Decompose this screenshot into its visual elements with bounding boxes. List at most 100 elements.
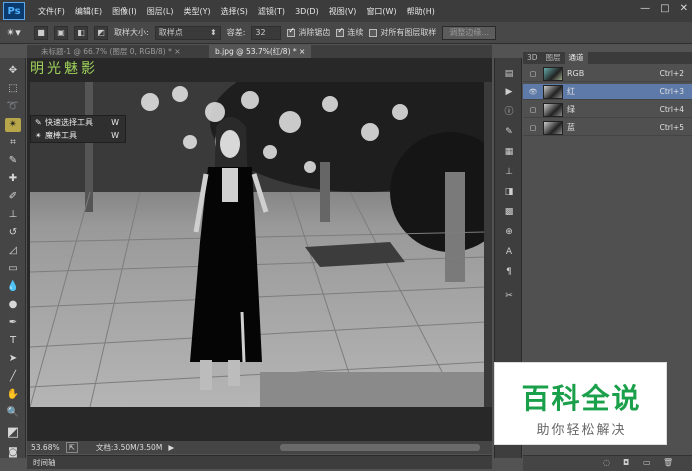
- magic-wand-icon: ✴: [35, 131, 42, 140]
- export-icon[interactable]: ⇱: [65, 442, 78, 453]
- eraser-tool-icon[interactable]: ◿: [5, 244, 21, 258]
- type-tool-icon[interactable]: T: [5, 334, 21, 348]
- window-controls: — □ ✕: [640, 3, 688, 14]
- menu-select[interactable]: 选择(S): [216, 6, 253, 17]
- eyedropper-tool-icon[interactable]: ✎: [5, 154, 21, 168]
- menu-edit[interactable]: 编辑(E): [70, 6, 107, 17]
- menu-window[interactable]: 窗口(W): [361, 6, 401, 17]
- menu-help[interactable]: 帮助(H): [402, 6, 440, 17]
- shape-tool-icon[interactable]: ╱: [5, 370, 21, 384]
- watermark-badge: 百科全说 助你轻松解决: [494, 362, 667, 445]
- channel-row-red[interactable]: 👁 红 Ctrl+3: [523, 84, 692, 100]
- all-layers-checkbox[interactable]: 对所有图层取样: [369, 27, 436, 38]
- flyout-item-magic-wand[interactable]: ✴ 魔棒工具 W: [31, 129, 125, 142]
- load-selection-icon[interactable]: ◌: [603, 458, 610, 467]
- antialias-checkbox[interactable]: 消除锯齿: [287, 26, 330, 38]
- timeline-panel-tab[interactable]: 时间轴: [27, 455, 492, 469]
- magic-wand-tool-icon[interactable]: ✴: [5, 118, 21, 132]
- menu-view[interactable]: 视图(V): [324, 6, 362, 17]
- all-layers-label: 对所有图层取样: [380, 28, 437, 37]
- channel-row-green[interactable]: ▢ 绿 Ctrl+4: [523, 102, 692, 118]
- move-tool-icon[interactable]: ✥: [5, 64, 21, 78]
- tools-panel: ✥ ⬚ ➰ ✴ ⌗ ✎ ✚ ✐ ⊥ ↺ ◿ ▭ 💧 ● ✒ T ➤ ╱ ✋ 🔍 …: [0, 58, 26, 458]
- tool-flyout-menu: ✎ 快速选择工具 W ✴ 魔棒工具 W: [30, 115, 126, 143]
- channel-name: RGB: [567, 69, 585, 78]
- visibility-off-icon[interactable]: ▢: [527, 106, 539, 114]
- visibility-off-icon[interactable]: ▢: [527, 124, 539, 132]
- quick-mask-icon[interactable]: ◙: [5, 446, 21, 460]
- tolerance-input[interactable]: 32: [251, 25, 282, 40]
- add-selection-icon[interactable]: ▣: [54, 25, 68, 40]
- visibility-off-icon[interactable]: ▢: [527, 70, 539, 78]
- save-selection-icon[interactable]: ◘: [623, 458, 629, 467]
- menu-filter[interactable]: 滤镜(T): [253, 6, 290, 17]
- eye-icon[interactable]: 👁: [527, 88, 539, 96]
- lasso-tool-icon[interactable]: ➰: [5, 100, 21, 114]
- close-icon[interactable]: ×: [299, 47, 305, 56]
- character-panel-icon[interactable]: A: [502, 246, 516, 258]
- sample-size-value: 取样点: [158, 28, 183, 37]
- tab-b-jpg[interactable]: b.jpg @ 53.7%(红/8) * ×: [209, 45, 312, 58]
- info-panel-icon[interactable]: ⓘ: [502, 106, 516, 118]
- flyout-item-label: 快速选择工具: [45, 118, 93, 127]
- minimize-button[interactable]: —: [640, 3, 650, 14]
- new-channel-icon[interactable]: ▭: [643, 458, 651, 467]
- clone-stamp-tool-icon[interactable]: ⊥: [5, 208, 21, 222]
- color-panel-icon[interactable]: ◨: [502, 186, 516, 198]
- maximize-button[interactable]: □: [660, 3, 669, 14]
- channel-thumbnail: [543, 66, 563, 81]
- menu-layer[interactable]: 图层(L): [142, 6, 179, 17]
- history-brush-tool-icon[interactable]: ↺: [5, 226, 21, 240]
- clone-source-icon[interactable]: ⊥: [502, 166, 516, 178]
- menu-image[interactable]: 图像(I): [107, 6, 142, 17]
- tools-settings-icon[interactable]: ✂: [502, 290, 516, 302]
- menu-type[interactable]: 类型(Y): [178, 6, 215, 17]
- marquee-tool-icon[interactable]: ⬚: [5, 82, 21, 96]
- document-tabs: 未标题-1 @ 66.7% (图层 0, RGB/8) * × b.jpg @ …: [27, 45, 492, 58]
- status-menu-arrow-icon[interactable]: ▶: [168, 443, 174, 452]
- refine-edge-button[interactable]: 调整边缘...: [442, 25, 497, 40]
- actions-panel-icon[interactable]: ▶: [502, 86, 516, 98]
- checkbox-checked-icon: [336, 26, 345, 37]
- contiguous-checkbox[interactable]: 连续: [336, 26, 363, 38]
- magic-wand-preset-icon[interactable]: ✴▾: [6, 26, 28, 39]
- adjustments-panel-icon[interactable]: ⊕: [502, 226, 516, 238]
- history-panel-icon[interactable]: ▤: [502, 68, 516, 80]
- subtract-selection-icon[interactable]: ◧: [74, 25, 88, 40]
- menu-3d[interactable]: 3D(D): [290, 7, 324, 16]
- dodge-tool-icon[interactable]: ●: [5, 298, 21, 312]
- crop-tool-icon[interactable]: ⌗: [5, 136, 21, 150]
- channel-row-rgb[interactable]: ▢ RGB Ctrl+2: [523, 66, 692, 82]
- healing-brush-tool-icon[interactable]: ✚: [5, 172, 21, 186]
- channel-shortcut: Ctrl+3: [659, 87, 684, 96]
- intersect-selection-icon[interactable]: ◩: [94, 25, 108, 40]
- menu-file[interactable]: 文件(F): [33, 6, 70, 17]
- paragraph-panel-icon[interactable]: ¶: [502, 266, 516, 278]
- brush-panel-icon[interactable]: ▦: [502, 146, 516, 158]
- channel-row-blue[interactable]: ▢ 蓝 Ctrl+5: [523, 120, 692, 136]
- new-selection-icon[interactable]: ■: [34, 25, 48, 40]
- path-selection-tool-icon[interactable]: ➤: [5, 352, 21, 366]
- close-icon[interactable]: ×: [174, 47, 180, 56]
- tab-3d[interactable]: 3D: [523, 52, 542, 64]
- pen-tool-icon[interactable]: ✒: [5, 316, 21, 330]
- document-size: 文档:3.50M/3.50M: [95, 443, 163, 452]
- delete-channel-icon[interactable]: 🗑: [663, 458, 673, 467]
- swatches-panel-icon[interactable]: ▩: [502, 206, 516, 218]
- tab-channels[interactable]: 通道: [564, 52, 588, 64]
- flyout-item-quick-selection[interactable]: ✎ 快速选择工具 W: [31, 116, 125, 129]
- hand-tool-icon[interactable]: ✋: [5, 388, 21, 402]
- tab-untitled[interactable]: 未标题-1 @ 66.7% (图层 0, RGB/8) * ×: [35, 45, 187, 58]
- zoom-tool-icon[interactable]: 🔍: [5, 406, 21, 420]
- blur-tool-icon[interactable]: 💧: [5, 280, 21, 294]
- horizontal-scrollbar[interactable]: [280, 444, 480, 451]
- close-button[interactable]: ✕: [680, 3, 688, 14]
- vertical-scrollbar[interactable]: [484, 82, 492, 407]
- sample-size-select[interactable]: 取样点 ⬍: [154, 25, 221, 40]
- brush-tool-icon[interactable]: ✐: [5, 190, 21, 204]
- tab-layers[interactable]: 图层: [542, 52, 565, 64]
- brush-presets-icon[interactable]: ✎: [502, 126, 516, 138]
- color-swatches-icon[interactable]: ◩: [5, 426, 21, 440]
- zoom-level[interactable]: 53.68%: [31, 443, 60, 452]
- gradient-tool-icon[interactable]: ▭: [5, 262, 21, 276]
